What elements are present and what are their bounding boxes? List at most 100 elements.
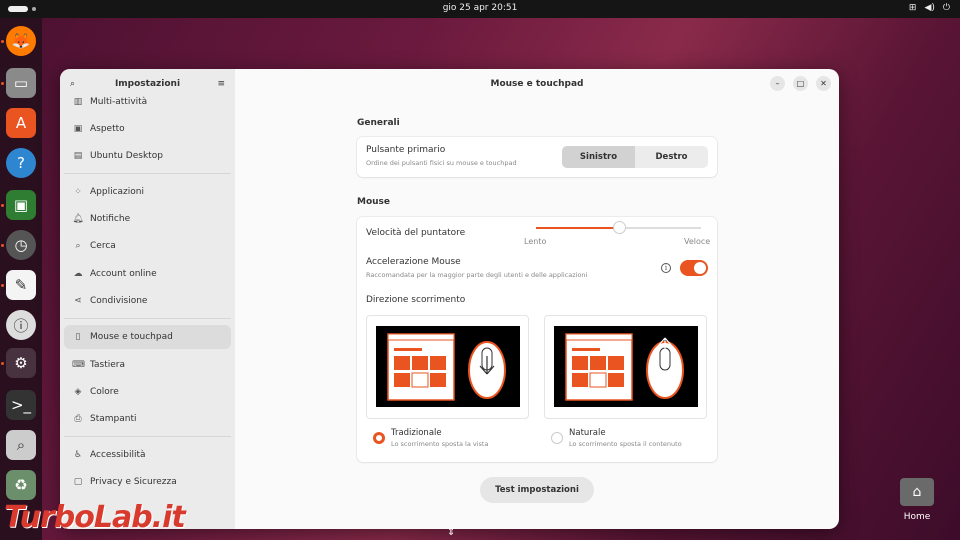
slider-min-label: Lento <box>524 237 547 246</box>
divider <box>64 318 231 319</box>
radio-natural[interactable] <box>551 432 563 444</box>
sidebar-item-printers[interactable]: ⎙ Stampanti <box>64 407 231 431</box>
running-indicator <box>1 244 4 247</box>
sidebar-item-label: Cerca <box>90 241 116 251</box>
magnifier-icon[interactable]: ⌕ <box>6 430 36 460</box>
keyboard-icon: ⌨ <box>72 360 85 370</box>
app-center-icon[interactable]: A <box>6 108 36 138</box>
sidebar-item-search[interactable]: ⌕ Cerca <box>64 234 231 258</box>
password-icon[interactable]: ⓘ <box>6 310 36 340</box>
sidebar-item-label: Accessibilità <box>90 450 146 460</box>
files-icon[interactable]: ▭ <box>6 68 36 98</box>
slider-handle[interactable] <box>613 222 625 233</box>
firefox-icon[interactable]: 🦊 <box>6 26 36 56</box>
test-settings-button[interactable]: Test impostazioni <box>480 477 594 503</box>
sidebar-item-appearance[interactable]: ▣ Aspetto <box>64 117 231 141</box>
acceleration-switch[interactable] <box>680 260 708 276</box>
running-indicator <box>1 204 4 207</box>
dock: 🦊 ▭ A ? ▣ ◷ ✎ ⓘ ⚙ >_ ⌕ ♻ <box>0 18 42 540</box>
sidebar-item-label: Colore <box>90 387 119 397</box>
printer-icon: ⎙ <box>74 414 82 424</box>
mouse-cursor-icon: ⇕ <box>447 527 456 538</box>
bell-icon: 🔔︎ <box>72 214 84 224</box>
sidebar-item-label: Ubuntu Desktop <box>90 151 163 161</box>
trash-icon[interactable]: ♻ <box>6 470 36 500</box>
option-label: Tradizionale <box>391 428 442 438</box>
maximize-icon[interactable]: □ <box>793 76 808 91</box>
radio-traditional[interactable] <box>373 432 385 444</box>
option-description: Lo scorrimento sposta la vista <box>391 440 489 448</box>
multitask-icon: ▥ <box>73 97 83 107</box>
sidebar-item-accessibility[interactable]: ♿︎ Accessibilità <box>64 443 231 467</box>
terminal-icon[interactable]: >_ <box>6 390 36 420</box>
sidebar-item-sharing[interactable]: ⋖ Condivisione <box>64 289 231 313</box>
running-indicator <box>1 362 4 365</box>
right-button-option[interactable]: Destro <box>635 146 708 168</box>
sidebar-item-label: Applicazioni <box>90 187 144 197</box>
left-button-option[interactable]: Sinistro <box>562 146 635 168</box>
sidebar-item-label: Privacy e Sicurezza <box>90 477 177 487</box>
close-icon[interactable]: ✕ <box>816 76 831 91</box>
scroll-direction-label: Direzione scorrimento <box>366 295 466 305</box>
sidebar-item-ubuntu-desktop[interactable]: ▤ Ubuntu Desktop <box>64 144 231 168</box>
scroll-option-traditional[interactable]: Tradizionale Lo scorrimento sposta la vi… <box>366 315 529 448</box>
acceleration-label: Accelerazione Mouse <box>366 257 461 267</box>
minimize-icon[interactable]: – <box>770 76 785 91</box>
primary-button-label: Pulsante primario <box>366 145 446 155</box>
sidebar-item-label: Multi-attività <box>90 97 148 107</box>
option-label: Naturale <box>569 428 606 438</box>
power-icon[interactable]: ⏻ <box>943 3 950 13</box>
sidebar-item-label: Stampanti <box>90 414 137 424</box>
primary-button-toggle: Sinistro Destro <box>562 146 708 168</box>
share-icon: ⋖ <box>74 296 82 306</box>
lock-icon: ▢ <box>73 477 83 487</box>
sidebar-item-mouse-touchpad[interactable]: ▯ Mouse e touchpad <box>64 325 231 349</box>
sidebar-item-color[interactable]: ◈ Colore <box>64 380 231 404</box>
mouse-icon: ▯ <box>75 332 81 342</box>
sidebar: ⌕ Impostazioni ≡ ▥ Multi-attività ▣ Aspett… <box>60 69 235 529</box>
volume-icon[interactable]: ◀) <box>924 3 934 13</box>
sidebar-item-label: Notifiche <box>90 214 131 224</box>
desktop-home-shortcut[interactable]: ⌂ Home <box>898 478 936 522</box>
text-editor-icon[interactable]: ✎ <box>6 270 36 300</box>
sidebar-item-applications[interactable]: ⁘ Applicazioni <box>64 180 231 204</box>
main-panel: Mouse e touchpad – □ ✕ Generali Pulsante… <box>235 69 839 529</box>
sidebar-title: Impostazioni <box>114 79 181 89</box>
system-tray[interactable]: ⊞ ◀) ⏻ <box>909 3 950 13</box>
settings-icon[interactable]: ⚙ <box>6 348 36 378</box>
home-folder-icon: ⌂ <box>900 478 934 506</box>
running-indicator <box>1 284 4 287</box>
section-title-general: Generali <box>357 118 400 128</box>
page-title: Mouse e touchpad <box>490 79 584 89</box>
watermark-logo: TurboLab.it <box>4 500 186 535</box>
traditional-scroll-illustration <box>376 326 520 407</box>
sidebar-item-notifications[interactable]: 🔔︎ Notifiche <box>64 207 231 231</box>
option-description: Lo scorrimento sposta il contenuto <box>569 440 682 448</box>
chip-icon[interactable]: ▣ <box>6 190 36 220</box>
apps-grid-icon: ⁘ <box>74 187 82 197</box>
general-card: Pulsante primario Ordine dei pulsanti fi… <box>357 137 717 177</box>
divider <box>64 436 231 437</box>
pointer-speed-slider[interactable] <box>536 222 701 233</box>
home-label: Home <box>903 512 931 522</box>
switch-knob <box>694 262 706 274</box>
sidebar-item-privacy[interactable]: ▢ Privacy e Sicurezza <box>64 470 231 494</box>
settings-window: ⌕ Impostazioni ≡ ▥ Multi-attività ▣ Aspett… <box>60 69 839 529</box>
scroll-option-natural[interactable]: Naturale Lo scorrimento sposta il conten… <box>544 315 707 448</box>
sidebar-item-online-accounts[interactable]: ☁ Account online <box>64 262 231 286</box>
info-icon[interactable]: i <box>661 263 671 273</box>
sidebar-item-label: Condivisione <box>90 296 148 306</box>
clock-icon[interactable]: ◷ <box>6 230 36 260</box>
pointer-speed-label: Velocità del puntatore <box>366 228 466 238</box>
sidebar-item-keyboard[interactable]: ⌨ Tastiera <box>64 353 231 377</box>
sidebar-item-multitasking[interactable]: ▥ Multi-attività <box>64 90 231 114</box>
network-icon[interactable]: ⊞ <box>909 3 917 13</box>
slider-fill <box>536 227 619 229</box>
clock[interactable]: gio 25 apr 20:51 <box>0 3 960 13</box>
appearance-icon: ▣ <box>73 124 83 134</box>
running-indicator <box>1 82 4 85</box>
cloud-icon: ☁ <box>73 269 83 279</box>
divider <box>64 173 231 174</box>
help-icon[interactable]: ? <box>6 148 36 178</box>
sidebar-item-label: Mouse e touchpad <box>90 332 173 342</box>
